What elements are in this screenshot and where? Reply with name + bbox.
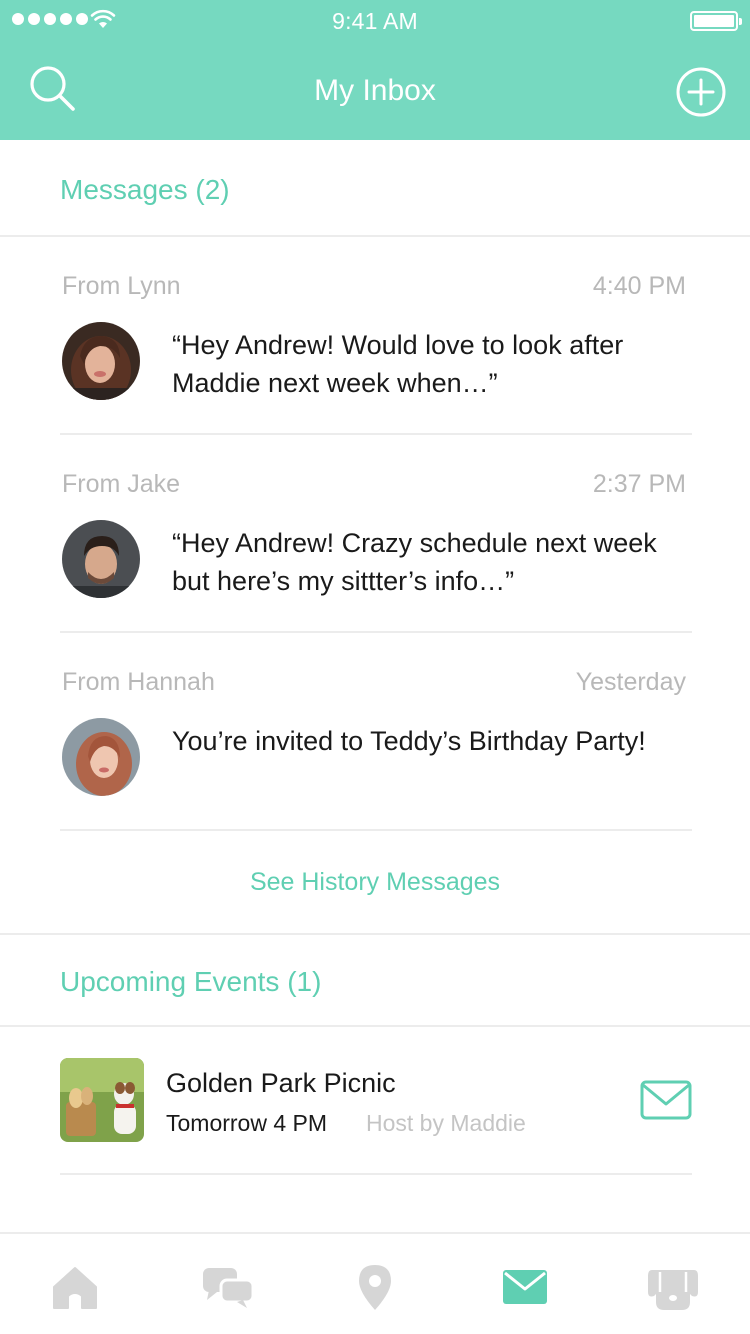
avatar (62, 520, 140, 598)
message-time: 4:40 PM (592, 272, 686, 300)
chat-icon[interactable] (201, 1262, 255, 1312)
event-time: Tomorrow 4 PM (166, 1110, 328, 1136)
message-item-jake[interactable]: From Jake 2:37 PM “Hey Andrew! Crazy sch… (0, 434, 750, 632)
add-circle-icon[interactable] (675, 66, 727, 118)
message-preview: You’re invited to Teddy’s Birthday Party… (172, 726, 646, 756)
message-sender: From Lynn (62, 272, 181, 300)
location-pin-icon[interactable] (350, 1262, 400, 1312)
mail-icon[interactable] (502, 1262, 548, 1312)
message-sender: From Jake (62, 470, 181, 498)
event-host: Host by Maddie (366, 1110, 526, 1136)
see-history-link[interactable]: See History Messages (0, 868, 750, 897)
events-section-title: Upcoming Events (1) (60, 966, 322, 997)
header: 9:41 AM My Inbox (0, 0, 750, 140)
dog-icon[interactable] (646, 1262, 700, 1312)
event-title: Golden Park Picnic (166, 1068, 396, 1098)
home-icon[interactable] (50, 1262, 100, 1312)
status-bar: 9:41 AM (0, 0, 750, 40)
message-preview: “Hey Andrew! Crazy schedule next week bu… (172, 528, 657, 596)
row-divider (60, 829, 692, 831)
event-item[interactable]: Golden Park Picnic Tomorrow 4 PM Host by… (0, 1040, 750, 1170)
mail-icon[interactable] (640, 1080, 692, 1120)
event-thumbnail (60, 1058, 144, 1142)
tab-bar (0, 1232, 750, 1334)
message-time: 2:37 PM (592, 470, 686, 498)
message-time: Yesterday (575, 668, 686, 696)
section-divider (0, 933, 750, 935)
avatar (62, 322, 140, 400)
messages-section-title: Messages (2) (60, 174, 230, 205)
message-item-lynn[interactable]: From Lynn 4:40 PM “Hey Andrew! Would lov… (0, 236, 750, 434)
section-divider (0, 1025, 750, 1027)
battery-icon (690, 11, 742, 31)
message-item-hannah[interactable]: From Hannah Yesterday You’re invited to … (0, 632, 750, 830)
avatar (62, 718, 140, 796)
message-preview: “Hey Andrew! Would love to look after Ma… (172, 330, 624, 398)
message-sender: From Hannah (62, 668, 215, 696)
page-title: My Inbox (314, 74, 436, 107)
status-time: 9:41 AM (332, 8, 418, 34)
row-divider (60, 1173, 692, 1175)
